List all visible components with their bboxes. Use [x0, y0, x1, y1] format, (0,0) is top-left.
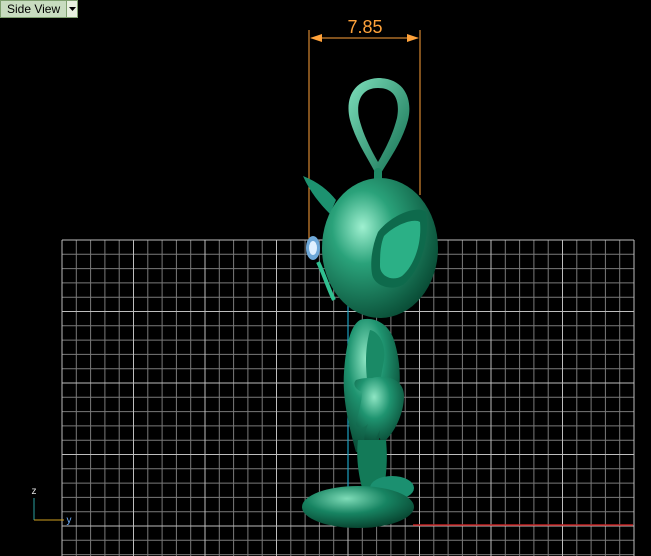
foot — [302, 486, 414, 528]
chevron-down-icon[interactable] — [66, 1, 78, 17]
axis-triad: z y — [32, 486, 72, 526]
horn — [303, 176, 336, 214]
viewport-label-text[interactable]: Side View — [1, 1, 66, 17]
viewport[interactable]: 7.85 z y Side View — [0, 0, 651, 556]
pendant-model[interactable] — [302, 78, 438, 528]
viewport-label[interactable]: Side View — [0, 0, 79, 18]
axis-z-label: z — [32, 486, 37, 497]
scene-canvas[interactable]: 7.85 z y — [0, 0, 651, 556]
axis-y-label: y — [67, 515, 72, 526]
pendant-bail-loop — [348, 78, 410, 178]
dimension-value: 7.85 — [347, 17, 382, 37]
